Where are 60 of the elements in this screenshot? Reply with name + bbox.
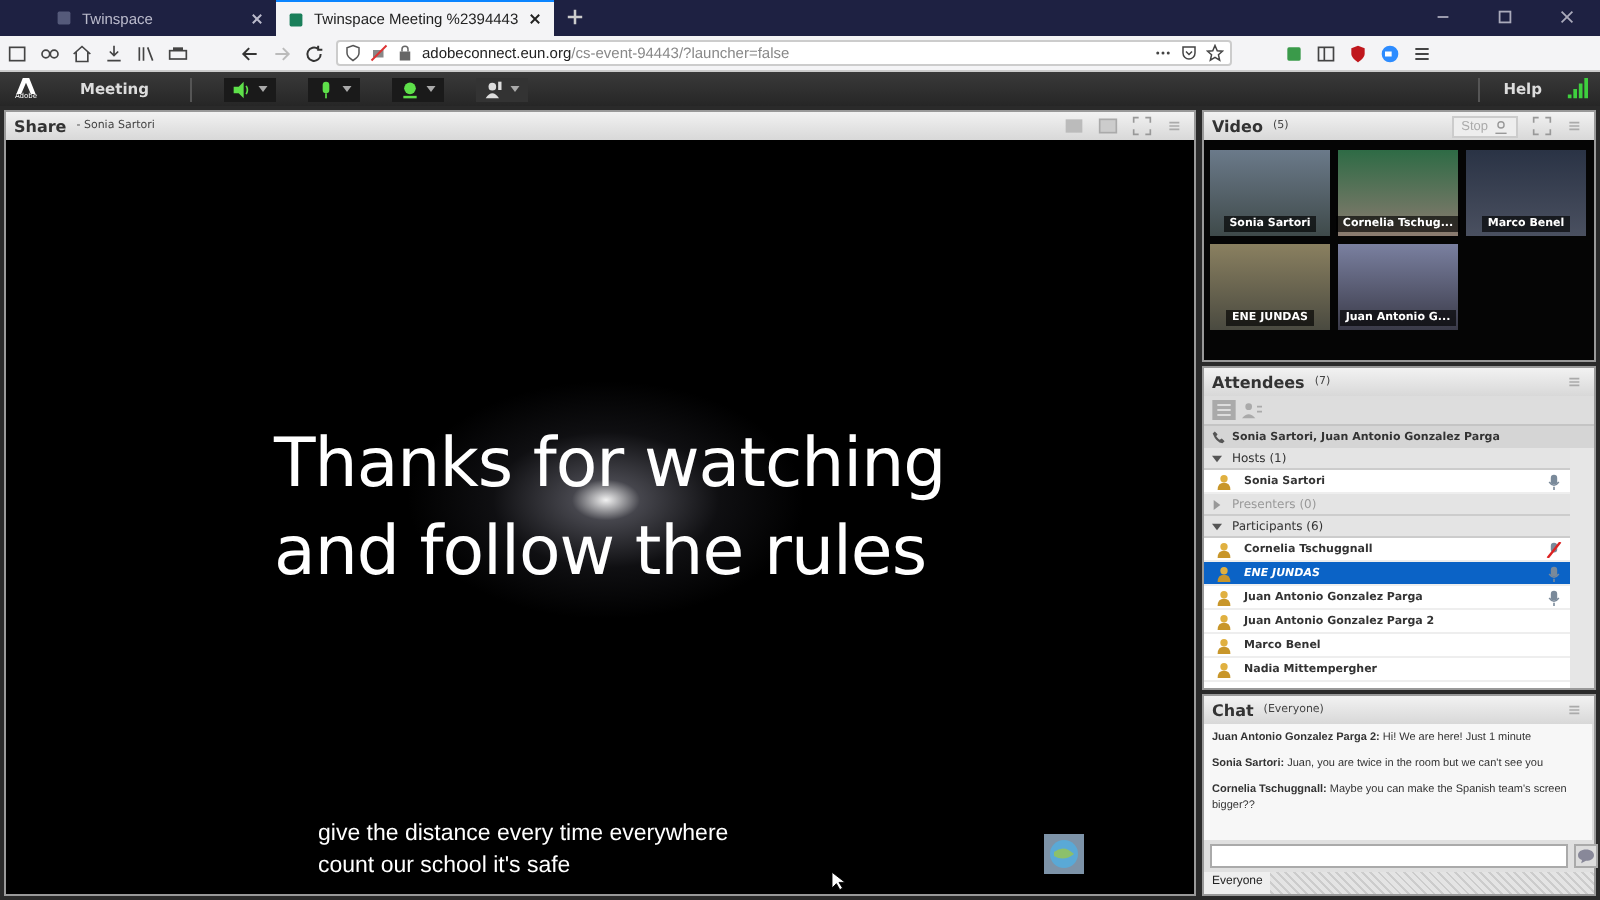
maximize-icon[interactable] [1496, 8, 1514, 26]
person-icon [1216, 565, 1232, 581]
pod-title: Share [14, 117, 67, 135]
person-icon [1216, 589, 1232, 605]
phone-icon [1212, 430, 1226, 444]
shield-icon[interactable] [1348, 43, 1368, 63]
hand-icon [483, 79, 504, 99]
slide-text: and follow the rules [274, 510, 929, 596]
webcam-icon [399, 79, 420, 99]
close-icon[interactable] [528, 12, 543, 26]
page-icon [56, 10, 72, 26]
caret-icon [341, 86, 352, 92]
slide-text: Thanks for watching [274, 422, 948, 508]
back-icon[interactable] [240, 43, 260, 63]
a-logo-icon [16, 77, 36, 94]
close-icon[interactable] [250, 11, 264, 25]
media-control[interactable] [391, 77, 444, 101]
pod-title: Video [1212, 117, 1263, 135]
globe-logo-icon [1044, 834, 1084, 874]
caption-text: give the distance every time everywhere [318, 820, 729, 850]
expand-arrow-icon [1212, 453, 1222, 463]
caret-icon [425, 86, 436, 92]
glasses-icon[interactable] [40, 43, 60, 63]
person-icon [1494, 119, 1508, 133]
home-icon[interactable] [72, 43, 92, 63]
expand-arrow-icon [1212, 499, 1222, 509]
pod-title: Chat [1212, 701, 1254, 719]
person-icon [1216, 473, 1232, 489]
person-icon [1216, 541, 1232, 557]
person-icon [1216, 637, 1232, 653]
sidebar-icon[interactable] [1316, 43, 1336, 63]
pod-title: Attendees [1212, 373, 1305, 391]
star-icon[interactable] [1206, 44, 1224, 62]
media-control[interactable] [475, 77, 528, 101]
reload-icon[interactable] [304, 43, 324, 63]
lock-icon [396, 44, 414, 62]
signal-icon [1566, 78, 1588, 100]
media-control[interactable] [307, 77, 360, 101]
shield-icon [344, 44, 362, 62]
pocket-icon[interactable] [1180, 44, 1198, 62]
media-control[interactable] [223, 77, 276, 101]
caret-icon [257, 86, 268, 92]
caret-icon [509, 86, 520, 92]
send-button[interactable] [1574, 844, 1598, 868]
blocked-camera-icon [370, 44, 388, 62]
close-icon[interactable] [1558, 8, 1576, 26]
expand-arrow-icon [1212, 521, 1222, 531]
caption-text: count our school it's safe [318, 852, 573, 882]
person-icon [1216, 613, 1232, 629]
download-icon[interactable] [104, 43, 124, 63]
speaker-icon [231, 79, 252, 99]
print-icon[interactable] [168, 43, 188, 63]
page-icon [288, 11, 304, 27]
camera-icon[interactable] [1380, 43, 1400, 63]
new-tab-icon[interactable] [566, 8, 585, 26]
bookshelf-icon[interactable] [136, 43, 156, 63]
person-icon [1216, 661, 1232, 677]
speech-bubble-icon [1576, 848, 1596, 864]
menu-icon[interactable] [1412, 43, 1432, 63]
chat-input[interactable] [1210, 844, 1568, 868]
